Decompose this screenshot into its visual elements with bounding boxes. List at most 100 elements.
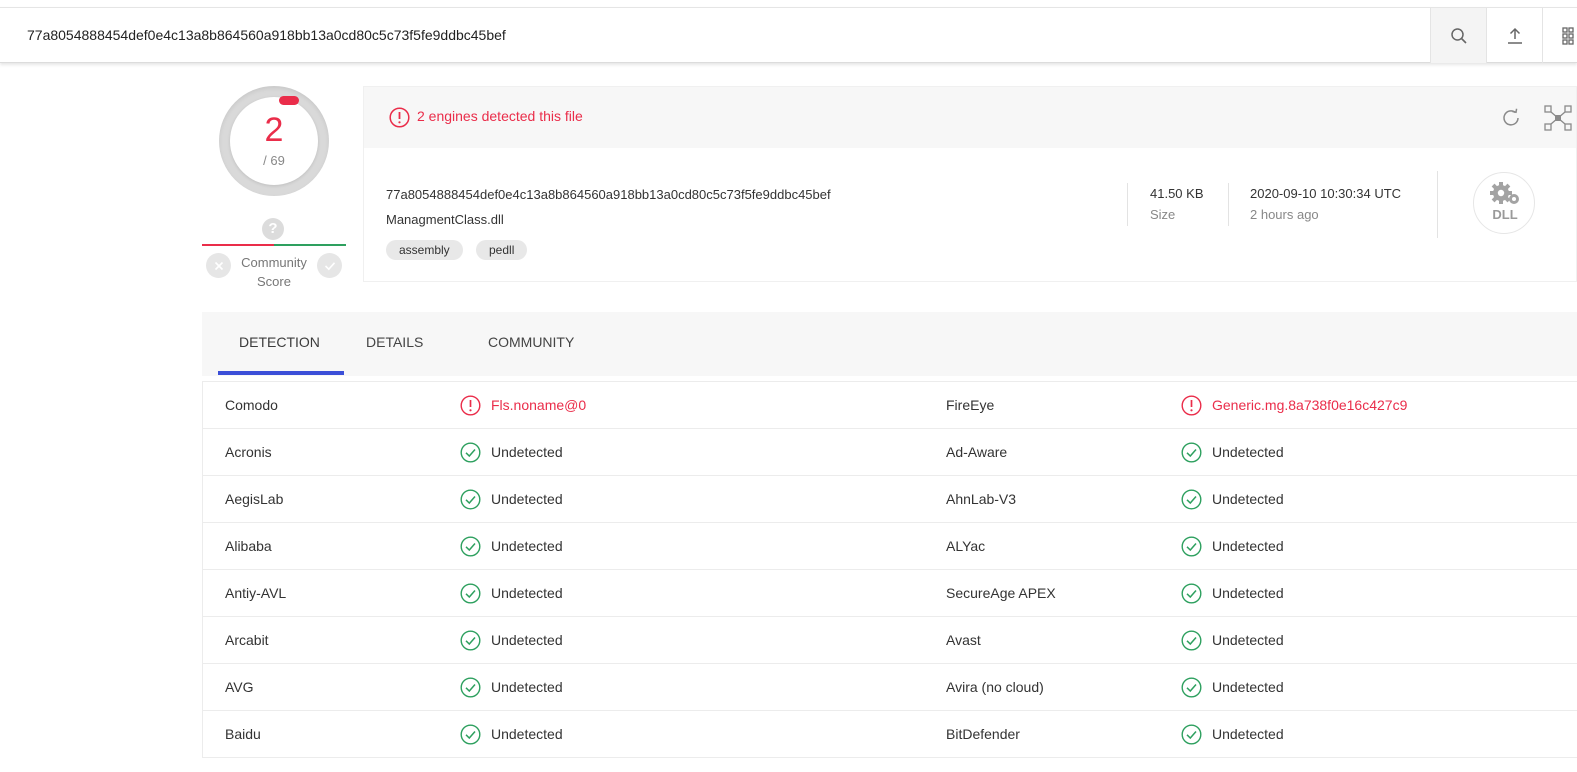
divider [1127, 183, 1128, 226]
engine-result: Undetected [1212, 491, 1284, 507]
vote-harmless-button[interactable] [317, 253, 342, 278]
engine-name: Comodo [225, 397, 278, 413]
detection-score-total: / 69 [263, 153, 285, 168]
engine-name: Arcabit [225, 632, 269, 648]
check-circle-icon [1181, 630, 1202, 651]
check-circle-icon [460, 583, 481, 604]
search-input[interactable]: 77a8054888454def0e4c13a8b864560a918bb13a… [27, 8, 506, 63]
engine-result: Undetected [491, 585, 563, 601]
file-size-label: Size [1150, 207, 1176, 222]
check-circle-icon [460, 724, 481, 745]
apps-grid-icon [1561, 26, 1574, 45]
check-circle-icon [1181, 489, 1202, 510]
check-circle-icon [1181, 583, 1202, 604]
check-circle-icon [1181, 677, 1202, 698]
tab-detection[interactable]: DETECTION [239, 312, 320, 374]
table-row: Antiy-AVL Undetected SecureAge APEX Undetec… [203, 570, 1577, 617]
file-name: ManagmentClass.dll [386, 212, 504, 227]
engine-name: BitDefender [946, 726, 1020, 742]
upload-icon [1507, 27, 1522, 44]
engine-name: AVG [225, 679, 254, 695]
engine-result: Undetected [491, 679, 563, 695]
check-circle-icon [460, 489, 481, 510]
check-circle-icon [1181, 442, 1202, 463]
apps-button[interactable] [1542, 8, 1577, 63]
table-row: Baidu Undetected BitDefender Undetected [203, 711, 1577, 758]
engine-name: AegisLab [225, 491, 284, 507]
engine-result: Undetected [491, 632, 563, 648]
file-hash[interactable]: 77a8054888454def0e4c13a8b864560a918bb13a… [386, 187, 831, 202]
status-icon [460, 630, 481, 652]
engine-result: Undetected [1212, 585, 1284, 601]
engine-name: Alibaba [225, 538, 272, 554]
check-circle-icon [460, 677, 481, 698]
community-bar-negative [202, 244, 274, 246]
vote-harmful-button[interactable] [206, 253, 231, 278]
search-icon [1450, 27, 1467, 44]
engine-result: Undetected [1212, 679, 1284, 695]
engine-name: AhnLab-V3 [946, 491, 1017, 507]
file-type-label: DLL [1492, 207, 1518, 222]
status-icon [460, 583, 481, 605]
engine-result: Undetected [491, 538, 563, 554]
status-icon [1181, 724, 1202, 746]
upload-button[interactable] [1486, 8, 1542, 63]
detection-summary-text: 2 engines detected this file [417, 108, 583, 124]
engine-result: Undetected [491, 726, 563, 742]
status-icon [1181, 630, 1202, 652]
tab-details[interactable]: DETAILS [366, 312, 423, 374]
refresh-icon[interactable] [1500, 107, 1522, 129]
check-circle-icon [460, 442, 481, 463]
engine-result: Undetected [491, 491, 563, 507]
alert-icon [1181, 395, 1202, 416]
check-icon [324, 261, 335, 270]
engine-name: Avira (no cloud) [946, 679, 1044, 695]
file-summary-card: 2 engines detected this file 77a80548884… [363, 86, 1577, 282]
divider [1437, 171, 1438, 238]
search-button[interactable] [1430, 8, 1486, 63]
status-icon [460, 489, 481, 511]
alert-icon [389, 107, 410, 128]
status-icon [1181, 536, 1202, 558]
status-icon [1181, 395, 1202, 417]
detection-table: Comodo Fls.noname@0 FireEye Generic.mg.8a73… [202, 381, 1577, 758]
engine-name: FireEye [946, 397, 995, 413]
report-tabs: DETECTION DETAILS COMMUNITY [202, 312, 1577, 376]
status-icon [1181, 583, 1202, 605]
file-size-value: 41.50 KB [1150, 186, 1204, 201]
check-circle-icon [1181, 536, 1202, 557]
detection-score-face: 2 / 69 [230, 96, 318, 185]
community-bar-positive [274, 244, 346, 246]
status-icon [1181, 489, 1202, 511]
check-circle-icon [1181, 724, 1202, 745]
table-row: Alibaba Undetected ALYac Undetected [203, 523, 1577, 570]
alert-icon [460, 395, 481, 416]
analysis-date-relative: 2 hours ago [1250, 207, 1319, 222]
engine-result: Fls.noname@0 [491, 397, 587, 413]
close-icon [214, 261, 223, 270]
engine-result: Generic.mg.8a738f0e16c427c9 [1212, 397, 1408, 413]
file-tag[interactable]: pedll [476, 240, 528, 260]
table-row: Comodo Fls.noname@0 FireEye Generic.mg.8a73… [203, 382, 1577, 429]
status-icon [460, 395, 481, 417]
analysis-date-value: 2020-09-10 10:30:34 UTC [1250, 186, 1402, 201]
engine-name: Antiy-AVL [225, 585, 287, 601]
file-type-badge: DLL [1473, 172, 1535, 234]
engine-result: Undetected [1212, 632, 1284, 648]
active-tab-indicator [218, 371, 344, 375]
check-circle-icon [460, 536, 481, 557]
engine-name: SecureAge APEX [946, 585, 1056, 601]
detection-summary-header: 2 engines detected this file [364, 87, 1576, 148]
table-row: Acronis Undetected Ad-Aware Undetected [203, 429, 1577, 476]
status-icon [1181, 677, 1202, 699]
table-row: AVG Undetected Avira (no cloud) Undetected [203, 664, 1577, 711]
engine-name: Baidu [225, 726, 261, 742]
engine-result: Undetected [1212, 726, 1284, 742]
status-icon [1181, 442, 1202, 464]
question-icon: ? [262, 218, 284, 240]
engine-result: Undetected [491, 444, 563, 460]
file-tag[interactable]: assembly [386, 240, 463, 260]
engine-name: Acronis [225, 444, 272, 460]
graph-view-icon[interactable] [1544, 105, 1572, 131]
tab-community[interactable]: COMMUNITY [488, 312, 574, 374]
